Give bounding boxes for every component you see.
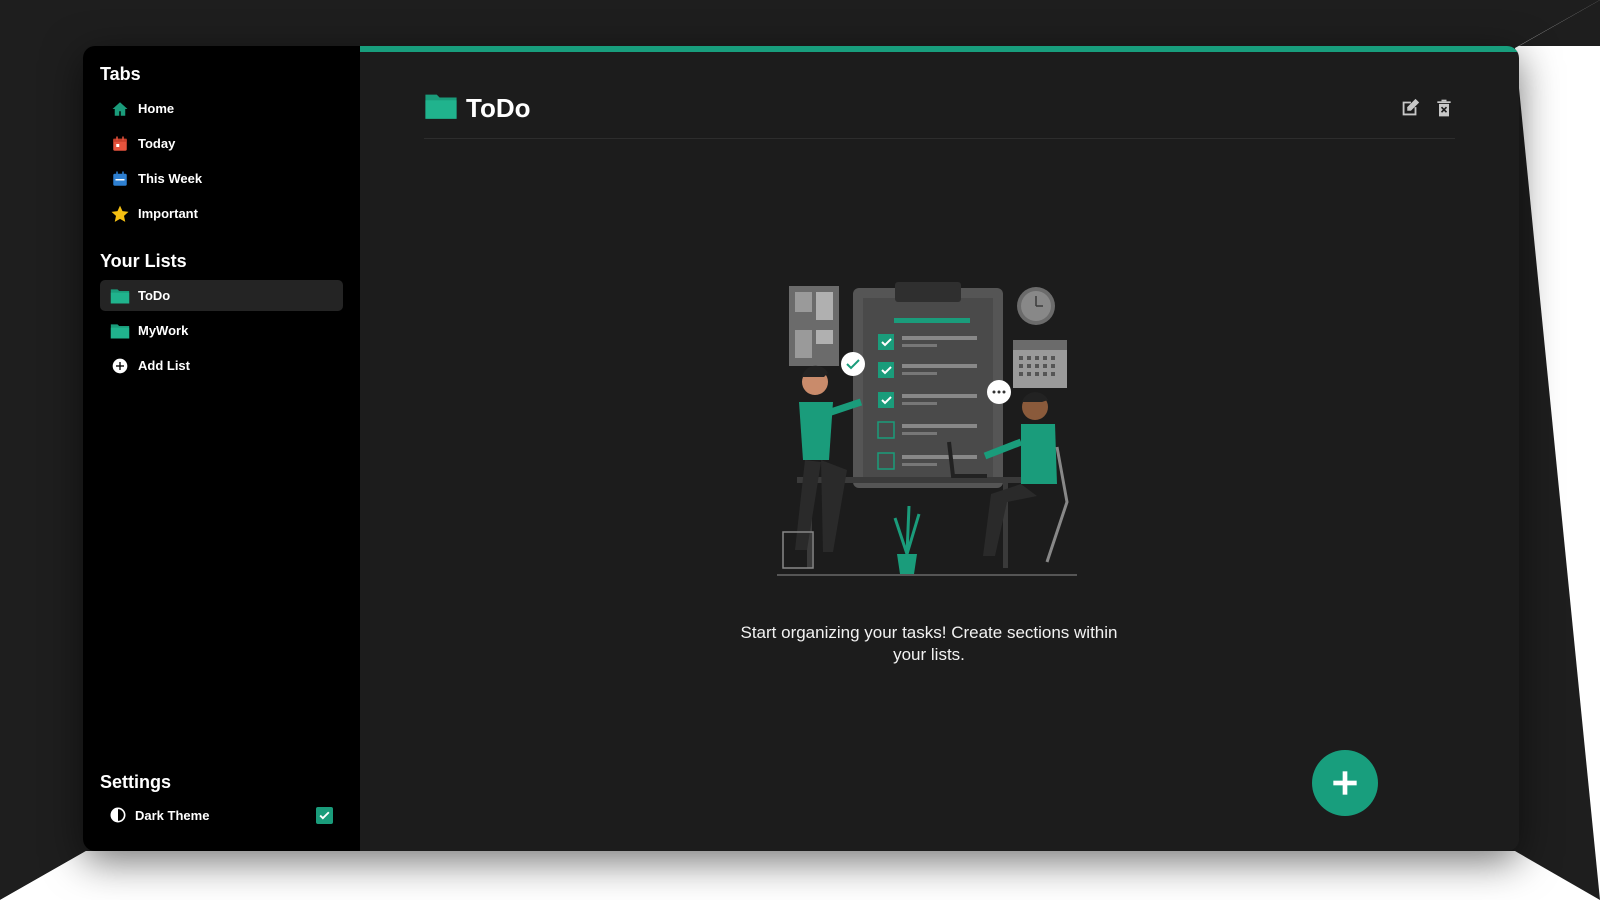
- sidebar-item-label: Important: [138, 206, 198, 221]
- settings-section: Settings Dark Theme: [100, 772, 343, 829]
- check-icon: [319, 811, 330, 820]
- sidebar-item-this-week[interactable]: This Week: [100, 163, 343, 194]
- sidebar-item-label: This Week: [138, 171, 203, 186]
- sidebar-item-label: MyWork: [138, 323, 189, 338]
- empty-state-illustration: [777, 282, 1077, 576]
- sidebar-item-label: Today: [138, 136, 176, 151]
- tabs-title: Tabs: [100, 64, 141, 84]
- settings-title: Settings: [100, 772, 172, 792]
- main-panel: ToDo Start organizing your tasks! Create…: [360, 46, 1519, 851]
- add-task-button[interactable]: [1312, 750, 1378, 816]
- app-window: Tabs Home Today This Week Important Your…: [83, 46, 1519, 851]
- home-icon: [110, 99, 130, 119]
- dark-theme-checkbox[interactable]: [316, 806, 333, 824]
- sidebar-item-mywork-list[interactable]: MyWork: [100, 315, 343, 346]
- sidebar-item-label: Home: [138, 101, 175, 116]
- sidebar: Tabs Home Today This Week Important Your…: [83, 46, 360, 851]
- plus-circle-icon: [110, 356, 130, 376]
- edit-list-button[interactable]: [1399, 97, 1421, 119]
- header-actions: [1399, 97, 1455, 119]
- edit-icon: [1402, 98, 1420, 116]
- list-header: ToDo: [424, 88, 1455, 139]
- sidebar-item-today[interactable]: Today: [100, 128, 343, 159]
- sidebar-item-important[interactable]: Important: [100, 198, 343, 229]
- sidebar-item-home[interactable]: Home: [100, 93, 343, 124]
- accent-bar: [360, 46, 1519, 52]
- page-title: ToDo: [466, 92, 531, 123]
- delete-icon: [1437, 99, 1451, 117]
- sidebar-item-todo-list[interactable]: ToDo: [100, 280, 343, 311]
- star-icon: [110, 204, 130, 224]
- add-list-label: Add List: [138, 358, 190, 373]
- setting-label: Dark Theme: [135, 807, 210, 823]
- empty-state-message: Start organizing your tasks! Create sect…: [740, 623, 1118, 664]
- setting-dark-theme: Dark Theme: [100, 801, 343, 829]
- folder-icon: [110, 321, 130, 341]
- calendar-week-icon: [110, 169, 130, 189]
- delete-list-button[interactable]: [1433, 97, 1455, 119]
- calendar-today-icon: [110, 134, 130, 154]
- add-list-button[interactable]: Add List: [100, 350, 343, 381]
- contrast-icon: [110, 806, 128, 824]
- sidebar-item-label: ToDo: [138, 288, 171, 303]
- plus-icon: [1333, 771, 1357, 795]
- folder-icon: [424, 91, 458, 126]
- lists-title: Your Lists: [100, 251, 187, 271]
- folder-icon: [110, 286, 130, 306]
